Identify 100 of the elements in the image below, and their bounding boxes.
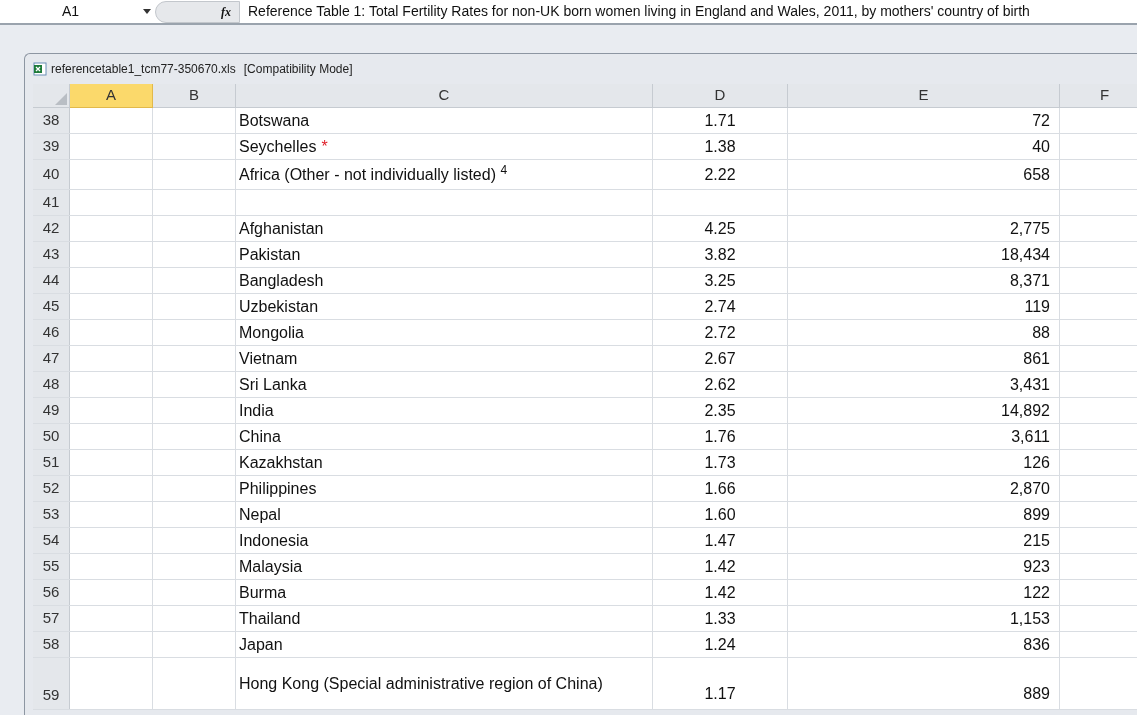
country-cell-text: Japan <box>239 634 283 655</box>
births-cell-text: 119 <box>1024 296 1050 317</box>
country-cell-text: Thailand <box>239 608 301 629</box>
fertility-rate-cell-text: 2.62 <box>704 374 736 395</box>
row-number[interactable]: 53 <box>33 502 70 527</box>
births-cell-text: 836 <box>1023 634 1050 655</box>
births-cell-text: 861 <box>1023 348 1050 369</box>
dropdown-caret-icon[interactable] <box>143 9 151 14</box>
row-number[interactable]: 55 <box>33 554 70 579</box>
country-cell-text: Bangladesh <box>239 270 324 291</box>
country-cell-text: Mongolia <box>239 322 304 343</box>
country-cell-text: Philippines <box>239 478 317 499</box>
row-number[interactable]: 58 <box>33 632 70 657</box>
row-number[interactable]: 46 <box>33 320 70 345</box>
country-cell-text: Pakistan <box>239 244 301 265</box>
column-header[interactable]: B <box>153 84 236 108</box>
births-cell-text: 126 <box>1023 452 1050 473</box>
column-header[interactable]: D <box>653 84 788 108</box>
country-cell-text: Indonesia <box>239 530 309 551</box>
row-number[interactable]: 56 <box>33 580 70 605</box>
fertility-rate-cell-text: 1.17 <box>704 684 736 704</box>
column-header[interactable]: A <box>70 84 153 108</box>
births-cell-text: 215 <box>1023 530 1050 551</box>
country-cell-text: Hong Kong (Special administrative region of China) <box>239 674 603 694</box>
row-number[interactable]: 47 <box>33 346 70 371</box>
fertility-rate-cell-text: 2.72 <box>704 322 736 343</box>
fertility-rate-cell-text: 1.60 <box>704 504 736 525</box>
births-cell-text: 122 <box>1023 582 1050 603</box>
country-cell-text: Burma <box>239 582 287 603</box>
births-cell-text: 3,431 <box>1009 374 1050 395</box>
row-number[interactable]: 48 <box>33 372 70 397</box>
country-cell-text: Seychelles <box>239 136 317 157</box>
fertility-rate-cell-text: 2.22 <box>704 164 736 185</box>
fertility-rate-cell-text: 1.66 <box>704 478 736 499</box>
births-cell-text: 2,870 <box>1009 478 1050 499</box>
fertility-rate-cell-text: 2.35 <box>704 400 736 421</box>
fertility-rate-cell-text: 1.33 <box>704 608 736 629</box>
fertility-rate-cell-text: 1.76 <box>704 426 736 447</box>
births-cell-text: 658 <box>1023 164 1050 185</box>
column-header[interactable]: F <box>1060 84 1137 108</box>
births-cell-text: 3,611 <box>1011 426 1050 447</box>
country-cell-text: Uzbekistan <box>239 296 319 317</box>
births-cell-text: 14,892 <box>1001 400 1050 421</box>
row-number[interactable]: 41 <box>33 190 70 215</box>
compatibility-mode-label: [Compatibility Mode] <box>243 61 353 78</box>
column-header[interactable]: C <box>236 84 653 108</box>
fertility-rate-cell-text: 1.42 <box>704 556 736 577</box>
function-icon[interactable]: fx <box>221 2 231 21</box>
births-cell-text: 40 <box>1032 136 1050 157</box>
row-number[interactable]: 43 <box>33 242 70 267</box>
row-number[interactable]: 38 <box>33 108 70 133</box>
row-number[interactable]: 45 <box>33 294 70 319</box>
fertility-rate-cell-text: 1.38 <box>704 136 736 157</box>
births-cell-text: 18,434 <box>1001 244 1050 265</box>
row-number[interactable]: 57 <box>33 606 70 631</box>
births-cell-text: 8,371 <box>1009 270 1050 291</box>
row-number[interactable]: 51 <box>33 450 70 475</box>
country-cell-text: India <box>239 400 274 421</box>
births-cell-text: 923 <box>1023 556 1050 577</box>
country-cell-text: Malaysia <box>239 556 303 577</box>
row-number[interactable]: 44 <box>33 268 70 293</box>
triangle-icon <box>55 93 67 105</box>
row-number[interactable]: 52 <box>33 476 70 501</box>
country-cell-text: Vietnam <box>239 348 298 369</box>
spreadsheet-file-icon <box>33 62 47 76</box>
country-cell-text: Sri Lanka <box>239 374 307 395</box>
column-header[interactable]: E <box>788 84 1060 108</box>
births-cell-text: 88 <box>1032 322 1050 343</box>
window-title: referencetable1_tcm77-350670.xls <box>51 61 236 78</box>
row-number[interactable]: 42 <box>33 216 70 241</box>
births-cell-text: 889 <box>1023 684 1050 704</box>
births-cell-text: 2,775 <box>1009 218 1050 239</box>
births-cell-text: 899 <box>1023 504 1050 525</box>
fertility-rate-cell-text: 3.82 <box>704 244 736 265</box>
row-number[interactable]: 40 <box>33 160 70 189</box>
fertility-rate-cell-text: 2.74 <box>704 296 736 317</box>
country-cell-text: Afghanistan <box>239 218 324 239</box>
row-number[interactable]: 50 <box>33 424 70 449</box>
fertility-rate-cell-text: 1.71 <box>704 110 736 131</box>
fertility-rate-cell-text: 2.67 <box>704 348 736 369</box>
country-cell-text: Africa (Other - not individually listed) $^{4}$ <box>239 162 508 185</box>
row-number[interactable]: 49 <box>33 398 70 423</box>
country-cell-text: China <box>239 426 281 447</box>
fertility-rate-cell-text: 4.25 <box>704 218 736 239</box>
country-cell-text: Kazakhstan <box>239 452 323 473</box>
births-cell-text: 1,153 <box>1009 608 1050 629</box>
row-number[interactable]: 54 <box>33 528 70 553</box>
row-number[interactable]: 59 <box>33 658 70 709</box>
country-cell-text: Botswana <box>239 110 310 131</box>
fertility-rate-cell-text: 1.24 <box>704 634 736 655</box>
country-cell-text: Nepal <box>239 504 281 525</box>
formula-field[interactable]: Reference Table 1: Total Fertility Rates for non-UK born women living in England and Wales, 2011, by mothers' country of birth <box>248 1 1030 22</box>
fertility-rate-cell-text: 1.73 <box>704 452 736 473</box>
fertility-rate-cell-text: 1.47 <box>704 530 736 551</box>
births-cell-text: 72 <box>1032 110 1050 131</box>
fertility-rate-cell-text: 1.42 <box>704 582 736 603</box>
name-box[interactable]: A1 <box>0 1 143 22</box>
fertility-rate-cell-text: 3.25 <box>704 270 736 291</box>
footnote-asterisk: * <box>321 136 328 157</box>
row-number[interactable]: 39 <box>33 134 70 159</box>
